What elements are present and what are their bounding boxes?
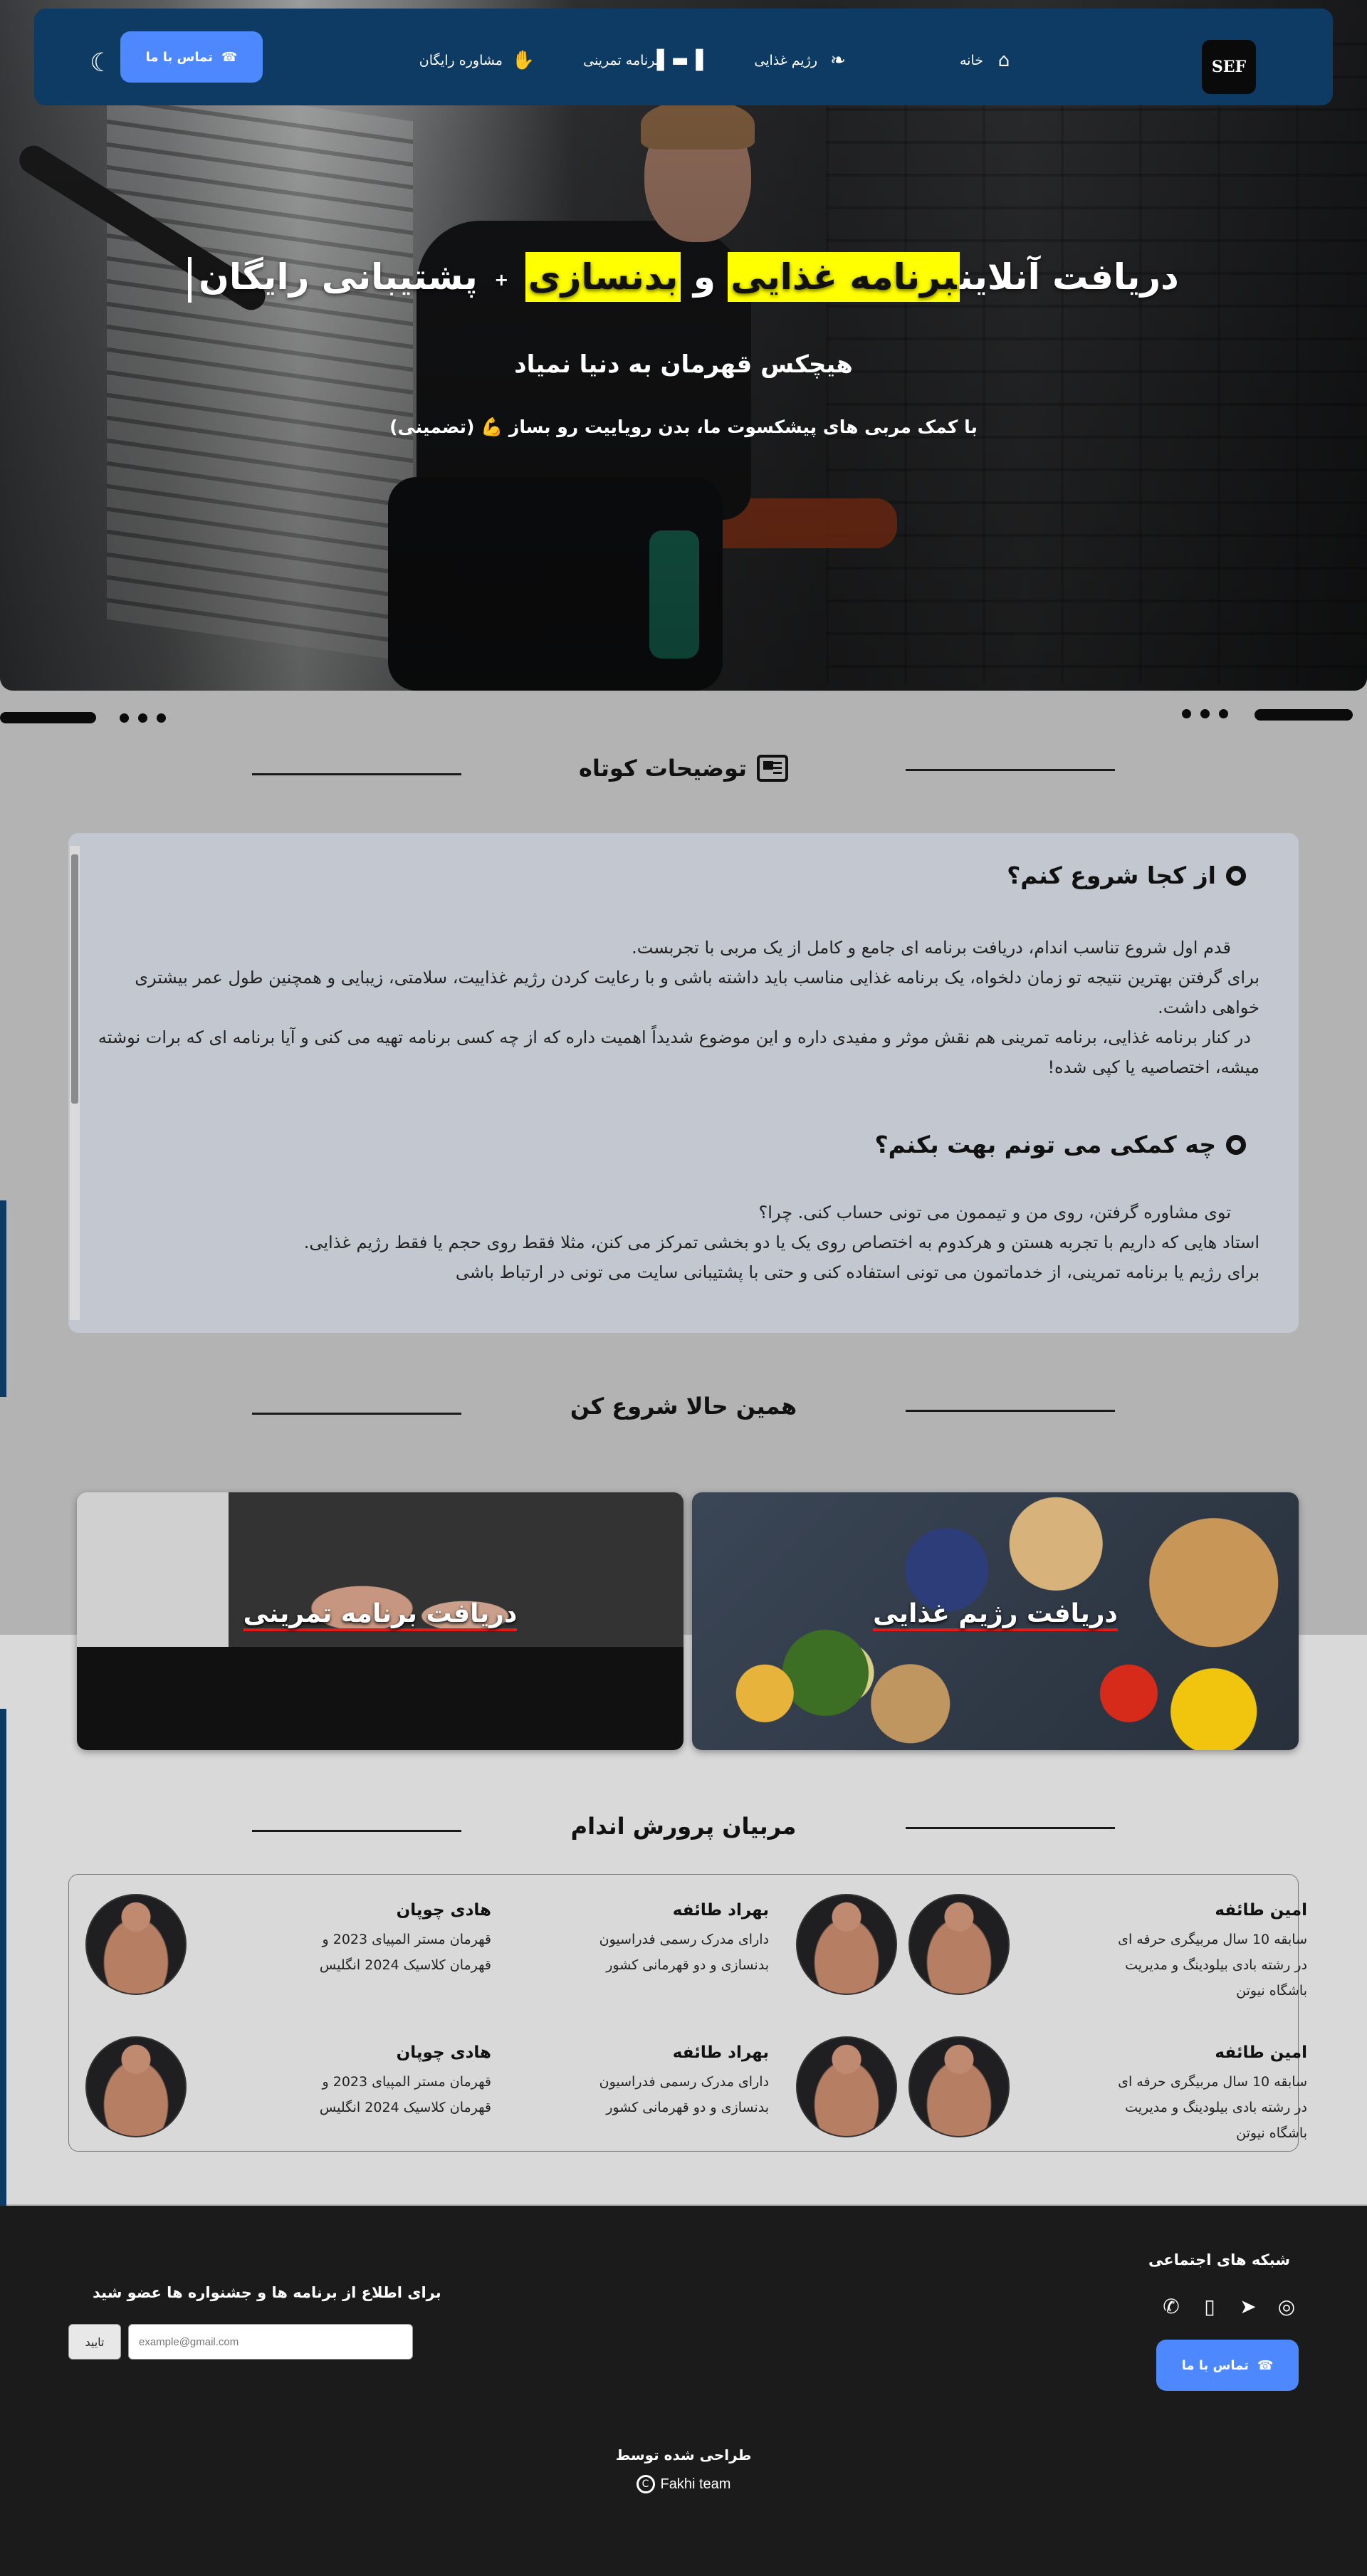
coach-bio: دارای مدرک رسمی فدراسیون بدنسازی و دو قه… bbox=[599, 1932, 769, 1973]
whatsapp-icon[interactable]: ✆ bbox=[1159, 2294, 1183, 2318]
footer: شبکه های اجتماعی ◎ ➤ ▯ ✆ ☎ تماس با ما بر… bbox=[0, 2206, 1367, 2576]
copyright-icon: C bbox=[636, 2475, 655, 2493]
question-where-to-start: از کجا شروع کنم؟ bbox=[1007, 862, 1246, 889]
divider-bar-right bbox=[1255, 709, 1353, 721]
coach-card[interactable]: امین طائفه سابقه 10 سال مربیگری حرفه ای … bbox=[908, 2036, 1307, 2150]
top-navbar: SEF ⌂ خانه ❧ رژیم غذایی ▐▬▌ برنامه تمرین… bbox=[34, 9, 1333, 105]
coach-card[interactable]: امین طائفه سابقه 10 سال مربیگری حرفه ای … bbox=[908, 1894, 1307, 2008]
coach-name: بهراد طائفه bbox=[672, 2043, 769, 2062]
nav-home[interactable]: ⌂ خانه bbox=[960, 50, 1016, 71]
nav-workout[interactable]: ▐▬▌ برنامه تمرینی bbox=[583, 50, 703, 71]
divider-dot bbox=[1200, 709, 1210, 718]
coach-avatar bbox=[796, 1894, 897, 1995]
coach-name: امین طائفه bbox=[1215, 1901, 1307, 1920]
newspaper-icon bbox=[757, 755, 789, 782]
scrollbar[interactable] bbox=[70, 846, 80, 1320]
telegram-icon[interactable]: ➤ bbox=[1236, 2294, 1260, 2318]
divider-dot bbox=[157, 713, 166, 723]
bullet-ring-icon bbox=[1226, 865, 1246, 886]
coach-avatar bbox=[85, 1894, 187, 1995]
coach-name: هادی چوپان bbox=[396, 1901, 491, 1920]
hero-title: دریافت آنلاینبرنامه غذایی و بدنسازی + پش… bbox=[0, 252, 1367, 303]
leaf-icon: ❧ bbox=[830, 50, 846, 71]
coach-bio: سابقه 10 سال مربیگری حرفه ای در رشته باد… bbox=[1118, 2074, 1307, 2141]
divider-bar-left bbox=[0, 712, 96, 723]
phone-icon: ☎ bbox=[221, 49, 238, 65]
divider-dot bbox=[120, 713, 129, 723]
handshake-icon: ✋ bbox=[511, 50, 535, 71]
coach-avatar bbox=[908, 2036, 1010, 2137]
newsletter-submit-button[interactable]: تایید bbox=[68, 2324, 121, 2360]
social-icons: ◎ ➤ ▯ ✆ bbox=[1159, 2294, 1299, 2318]
description-panel: از کجا شروع کنم؟ قدم اول شروع تناسب اندا… bbox=[68, 833, 1299, 1333]
coach-card[interactable]: بهراد طائفه دارای مدرک رسمی فدراسیون بدن… bbox=[498, 2036, 897, 2150]
phone-icon[interactable]: ▯ bbox=[1198, 2294, 1222, 2318]
instagram-icon[interactable]: ◎ bbox=[1274, 2294, 1299, 2318]
bullet-ring-icon bbox=[1226, 1134, 1246, 1155]
social-title: شبکه های اجتماعی bbox=[1148, 2251, 1290, 2268]
coach-card[interactable]: هادی چوپان قهرمان مستر المپیای 2023 و قه… bbox=[85, 2036, 491, 2150]
answer-how-can-i-help: توی مشاوره گرفتن، روی من و تیممون می تون… bbox=[303, 1203, 1259, 1282]
dumbbell-icon: ▐▬▌ bbox=[656, 50, 703, 71]
section-title-description: توضیحات کوتاه bbox=[0, 750, 1367, 786]
typing-cursor bbox=[188, 256, 192, 303]
coach-name: امین طائفه bbox=[1215, 2043, 1307, 2062]
credits: Fakhi team C bbox=[0, 2475, 1367, 2493]
contact-button[interactable]: ☎ تماس با ما bbox=[120, 31, 263, 83]
home-icon: ⌂ bbox=[997, 50, 1010, 71]
hero-highlight-bodybuilding: بدنسازی bbox=[525, 252, 681, 302]
moon-icon[interactable]: ☾ bbox=[90, 48, 112, 78]
card-get-workout[interactable]: دریافت برنامه تمرینی bbox=[77, 1492, 684, 1750]
question-how-can-i-help: چه کمکی می تونم بهت بکنم؟ bbox=[875, 1131, 1246, 1158]
hero-tagline: با کمک مربی های پیشکسوت ما، بدن رویاییت … bbox=[389, 417, 978, 437]
left-accent-bar bbox=[0, 1200, 6, 1397]
nav-diet[interactable]: ❧ رژیم غذایی bbox=[754, 50, 850, 71]
divider-dot bbox=[1219, 709, 1228, 718]
phone-icon: ☎ bbox=[1257, 2357, 1274, 2373]
coach-bio: قهرمان مستر المپیای 2023 و قهرمان کلاسیک… bbox=[319, 2074, 491, 2115]
coach-bio: سابقه 10 سال مربیگری حرفه ای در رشته باد… bbox=[1118, 1932, 1307, 1999]
coach-bio: قهرمان مستر المپیای 2023 و قهرمان کلاسیک… bbox=[319, 1932, 491, 1973]
coach-card[interactable]: بهراد طائفه دارای مدرک رسمی فدراسیون بدن… bbox=[498, 1894, 897, 2008]
coach-card[interactable]: هادی چوپان قهرمان مستر المپیای 2023 و قه… bbox=[85, 1894, 491, 2008]
newsletter-label: برای اطلاع از برنامه ها و جشنواره ها عضو… bbox=[93, 2284, 441, 2301]
hero-highlight-diet: برنامه غذایی bbox=[728, 252, 960, 302]
coach-avatar bbox=[908, 1894, 1010, 1995]
team-name: Fakhi team bbox=[660, 2476, 731, 2492]
card-workout-title: دریافت برنامه تمرینی bbox=[243, 1599, 518, 1631]
coach-bio: دارای مدرک رسمی فدراسیون بدنسازی و دو قه… bbox=[599, 2074, 769, 2115]
card-diet-title: دریافت رژیم غذایی bbox=[873, 1599, 1118, 1631]
newsletter-email-input[interactable] bbox=[128, 2324, 413, 2360]
section-title-coaches: مربیان پرورش اندام bbox=[0, 1808, 1367, 1844]
card-get-diet[interactable]: دریافت رژیم غذایی bbox=[692, 1492, 1299, 1750]
site-logo[interactable]: SEF bbox=[1202, 40, 1256, 94]
divider-dot bbox=[138, 713, 147, 723]
coach-avatar bbox=[85, 2036, 187, 2137]
coach-name: هادی چوپان bbox=[396, 2043, 491, 2062]
coach-name: بهراد طائفه bbox=[672, 1901, 769, 1920]
divider-dot bbox=[1182, 709, 1191, 718]
designed-by-label: طراحی شده توسط bbox=[615, 2446, 752, 2464]
hero-subtitle: هیچکس قهرمان به دنیا نمیاد bbox=[514, 350, 853, 379]
section-title-start-now: همین حالا شروع کن bbox=[0, 1388, 1367, 1424]
answer-where-to-start: قدم اول شروع تناسب اندام، دریافت برنامه … bbox=[98, 938, 1259, 1077]
nav-free-consult[interactable]: ✋ مشاوره رایگان bbox=[419, 50, 535, 71]
footer-contact-button[interactable]: ☎ تماس با ما bbox=[1156, 2340, 1299, 2391]
coach-avatar bbox=[796, 2036, 897, 2137]
